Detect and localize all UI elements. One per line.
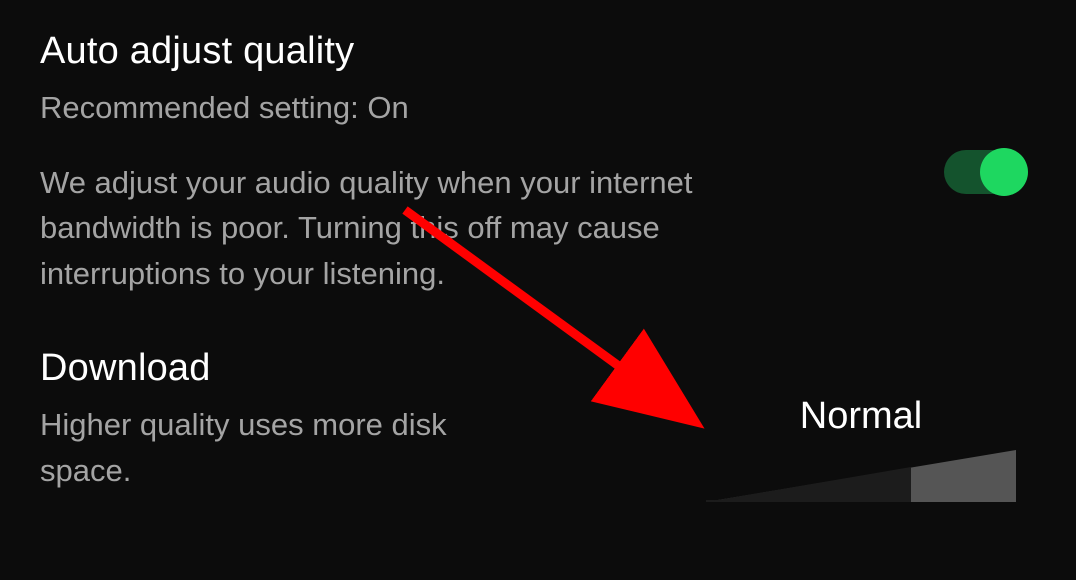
download-quality-value: Normal xyxy=(800,395,922,438)
quality-level-icon xyxy=(706,450,1016,502)
toggle-knob-icon xyxy=(980,148,1028,196)
annotation-arrow-icon xyxy=(395,200,735,460)
auto-adjust-toggle[interactable] xyxy=(944,150,1026,194)
download-value-area[interactable]: Normal xyxy=(706,395,1016,502)
auto-adjust-subtitle: Recommended setting: On xyxy=(40,85,760,132)
auto-adjust-title: Auto adjust quality xyxy=(40,30,760,73)
